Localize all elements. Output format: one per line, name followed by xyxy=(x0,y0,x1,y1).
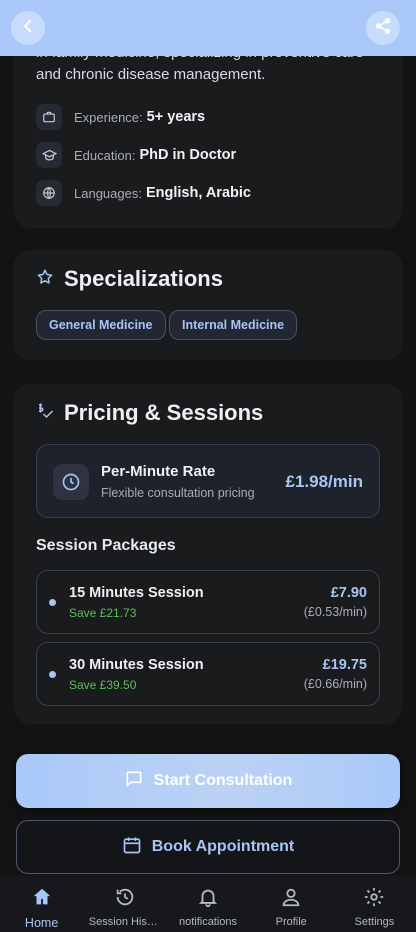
nav-item-notifications[interactable]: notifications xyxy=(166,876,249,932)
package-15-min[interactable]: 15 Minutes Session Save £21.73 £7.90 (£0… xyxy=(36,570,380,634)
specializations-title: Specializations xyxy=(64,266,223,291)
package-price: £19.75 xyxy=(322,657,367,673)
star-outline-icon xyxy=(36,268,54,291)
gear-icon xyxy=(363,886,385,913)
rate-title: Per-Minute Rate xyxy=(101,463,216,480)
book-appointment-button[interactable]: Book Appointment xyxy=(16,820,400,874)
languages-value: English, Arabic xyxy=(145,185,251,201)
chat-icon xyxy=(124,769,144,794)
nav-label-session-history: Session History xyxy=(88,916,161,928)
about-text-line-2: and chronic disease management. xyxy=(36,66,266,83)
education-row: Education: PhD in Doctor xyxy=(36,142,236,168)
home-icon xyxy=(31,886,53,913)
chip-internal-medicine[interactable]: Internal Medicine xyxy=(169,310,298,340)
nav-label-settings: Settings xyxy=(354,916,395,928)
book-appointment-label: Book Appointment xyxy=(151,838,295,855)
bell-icon xyxy=(197,886,219,913)
back-button[interactable] xyxy=(11,11,45,45)
price-check-icon xyxy=(36,402,54,425)
nav-label-home: Home xyxy=(24,916,59,930)
nav-item-home[interactable]: Home xyxy=(0,876,83,932)
doctor-profile-content: in family medicine, specializing in prev… xyxy=(0,0,416,876)
specializations-card: Specializations General Medicine Interna… xyxy=(14,250,402,360)
calendar-icon xyxy=(122,835,142,860)
clock-icon xyxy=(53,464,89,500)
package-name: 30 Minutes Session xyxy=(69,657,204,673)
specializations-header: Specializations xyxy=(36,266,223,292)
languages-row: Languages: English, Arabic xyxy=(36,180,251,206)
nav-item-session-history[interactable]: Session History xyxy=(83,876,166,932)
share-button[interactable] xyxy=(366,11,400,45)
package-30-min[interactable]: 30 Minutes Session Save £39.50 £19.75 (£… xyxy=(36,642,380,706)
start-consultation-label: Start Consultation xyxy=(153,772,293,789)
globe-icon xyxy=(36,180,62,206)
nav-item-settings[interactable]: Settings xyxy=(333,876,416,932)
package-price: £7.90 xyxy=(330,585,367,601)
experience-value: 5+ years xyxy=(146,109,206,125)
per-minute-rate-box: Per-Minute Rate Flexible consultation pr… xyxy=(36,444,380,518)
nav-item-profile[interactable]: Profile xyxy=(250,876,333,932)
pricing-title: Pricing & Sessions xyxy=(64,400,264,425)
package-bullet xyxy=(49,599,56,606)
pricing-header: Pricing & Sessions xyxy=(36,400,263,426)
start-consultation-button[interactable]: Start Consultation xyxy=(16,754,400,808)
rate-subtitle: Flexible consultation pricing xyxy=(101,486,255,500)
package-savings: Save £39.50 xyxy=(69,678,137,692)
experience-row: Experience: 5+ years xyxy=(36,104,205,130)
package-bullet xyxy=(49,671,56,678)
top-app-bar xyxy=(0,0,416,56)
nav-label-notifications: notifications xyxy=(178,916,238,928)
chip-general-medicine[interactable]: General Medicine xyxy=(36,310,166,340)
rate-price: £1.98/min xyxy=(285,472,364,491)
history-icon xyxy=(114,886,136,913)
nav-label-profile: Profile xyxy=(275,916,307,928)
bottom-navigation: Home Session History notifications Profi… xyxy=(0,876,416,932)
person-icon xyxy=(280,886,302,913)
education-key: Education: xyxy=(74,147,136,163)
education-value: PhD in Doctor xyxy=(139,147,237,163)
package-per-minute: (£0.66/min) xyxy=(303,677,367,691)
graduation-cap-icon xyxy=(36,142,62,168)
share-icon xyxy=(374,17,392,40)
package-name: 15 Minutes Session xyxy=(69,585,204,601)
pricing-card: Pricing & Sessions Per-Minute Rate Flexi… xyxy=(14,384,402,724)
package-per-minute: (£0.53/min) xyxy=(303,605,367,619)
session-packages-title: Session Packages xyxy=(36,537,176,554)
languages-key: Languages: xyxy=(74,185,142,201)
experience-key: Experience: xyxy=(74,109,143,125)
package-savings: Save £21.73 xyxy=(69,606,137,620)
briefcase-icon xyxy=(36,104,62,130)
chevron-left-icon xyxy=(19,17,37,40)
